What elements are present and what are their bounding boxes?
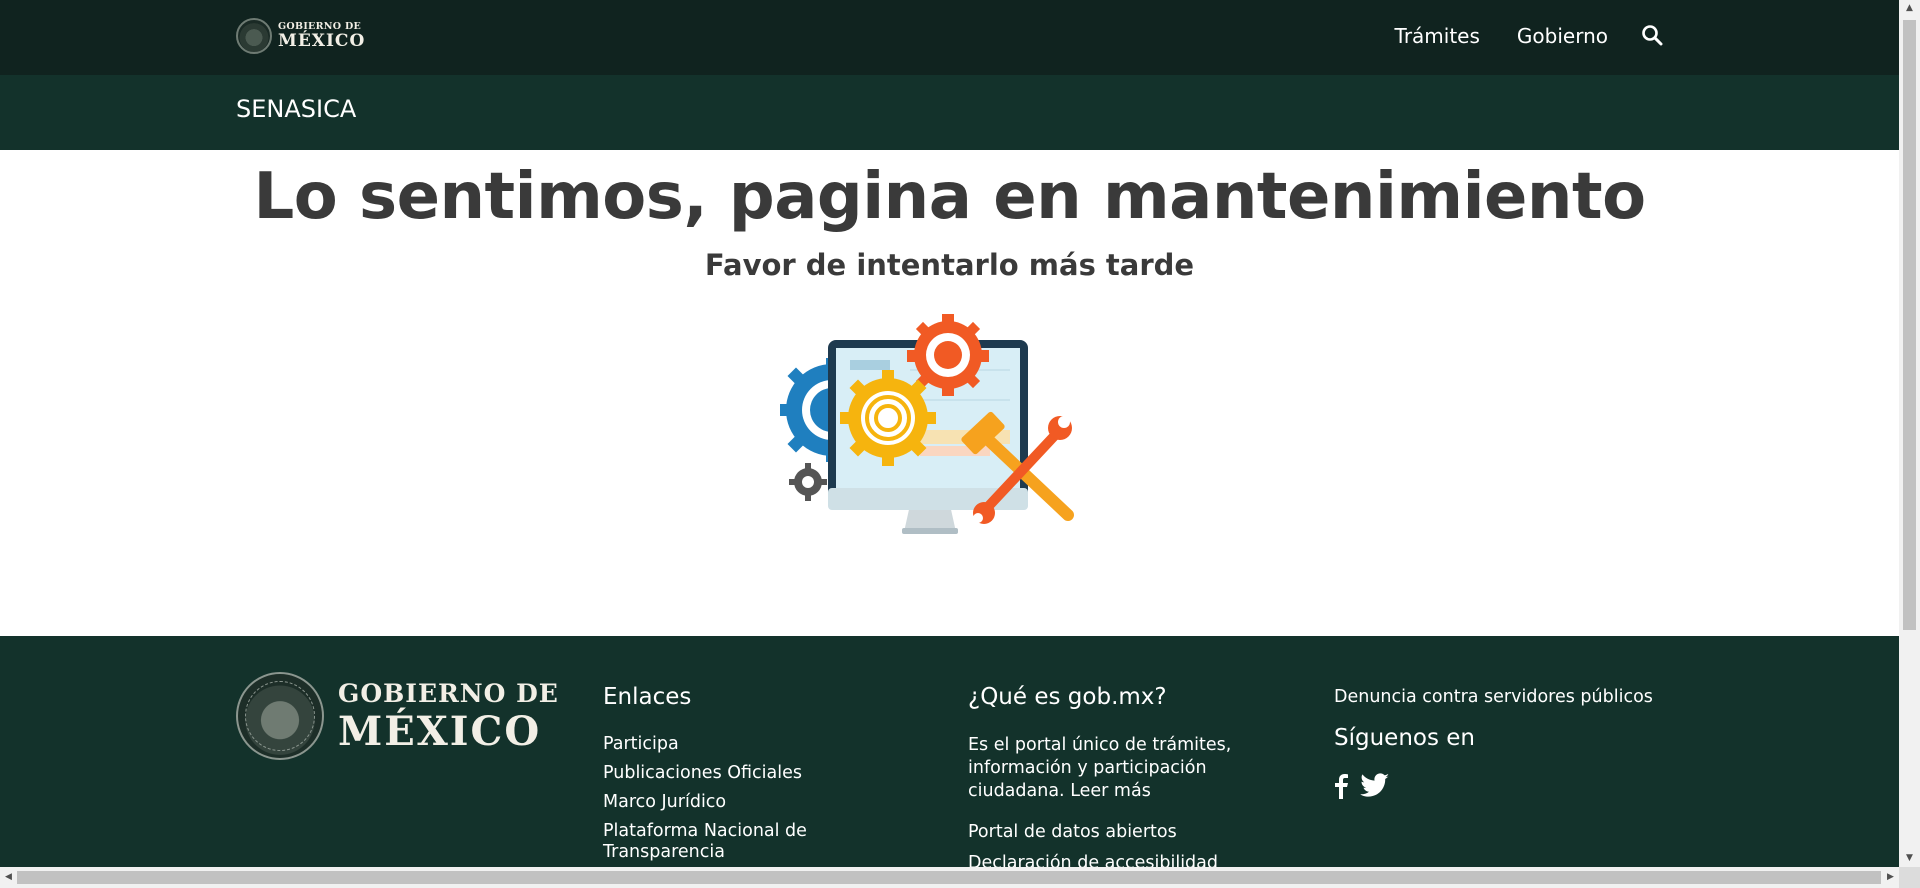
- social-icons: [1334, 773, 1674, 799]
- leer-mas-link[interactable]: Leer más: [1070, 781, 1151, 801]
- logo-text: GOBIERNO DE MÉXICO: [278, 22, 365, 51]
- top-navbar: GOBIERNO DE MÉXICO Trámites Gobierno: [0, 0, 1899, 75]
- gobierno-logo-large[interactable]: GOBIERNO DE MÉXICO: [236, 672, 559, 760]
- secondary-header: SENASICA: [0, 75, 1899, 150]
- footer-link-datos-abiertos[interactable]: Portal de datos abiertos: [968, 821, 1258, 844]
- main-nav: Trámites Gobierno: [1395, 24, 1608, 48]
- footer-link-accesibilidad[interactable]: Declaración de accesibilidad: [968, 852, 1258, 867]
- scroll-right-arrow-icon[interactable]: ▶: [1882, 867, 1899, 888]
- search-icon[interactable]: [1641, 24, 1663, 46]
- scroll-up-arrow-icon[interactable]: ▲: [1899, 0, 1920, 17]
- logo-line2: MÉXICO: [278, 31, 366, 52]
- national-seal-icon: [236, 18, 272, 54]
- enlaces-heading: Enlaces: [603, 684, 692, 710]
- footer-link-marco-juridico[interactable]: Marco Jurídico: [603, 792, 863, 813]
- twitter-icon[interactable]: [1360, 773, 1390, 799]
- page-viewport: GOBIERNO DE MÉXICO Trámites Gobierno SEN…: [0, 0, 1899, 867]
- horizontal-scroll-thumb[interactable]: [17, 871, 1881, 884]
- footer-logo-line1: GOBIERNO DE: [338, 678, 559, 708]
- yellow-gear-icon: [840, 370, 936, 466]
- page-subtitle: Favor de intentarlo más tarde: [704, 248, 1195, 282]
- gobierno-logo-small[interactable]: GOBIERNO DE MÉXICO: [236, 18, 365, 54]
- nav-item-gobierno[interactable]: Gobierno: [1517, 24, 1608, 48]
- agency-title[interactable]: SENASICA: [236, 95, 356, 123]
- footer-link-publicaciones[interactable]: Publicaciones Oficiales: [603, 763, 863, 784]
- nav-item-tramites[interactable]: Trámites: [1395, 24, 1480, 48]
- scrollbar-corner: [1899, 867, 1920, 888]
- site-footer: GOBIERNO DE MÉXICO Enlaces Participa Pub…: [0, 636, 1899, 867]
- siguenos-heading: Síguenos en: [1334, 725, 1475, 751]
- vertical-scrollbar[interactable]: ▲ ▼: [1899, 0, 1920, 867]
- logo-line1: GOBIERNO DE: [278, 20, 362, 32]
- scroll-left-arrow-icon[interactable]: ◀: [0, 867, 17, 888]
- page-title: Lo sentimos, pagina en mantenimiento: [253, 160, 1646, 234]
- footer-logo-text: GOBIERNO DE MÉXICO: [338, 681, 559, 752]
- footer-link-denuncia[interactable]: Denuncia contra servidores públicos: [1334, 687, 1674, 707]
- facebook-icon[interactable]: [1334, 773, 1348, 799]
- footer-que-es: ¿Qué es gob.mx? Es el portal único de tr…: [968, 684, 1258, 867]
- small-gear-icon: [789, 463, 827, 501]
- footer-enlaces: Enlaces Participa Publicaciones Oficiale…: [603, 684, 863, 867]
- maintenance-illustration: [780, 314, 1074, 534]
- national-seal-icon: [236, 672, 324, 760]
- footer-link-participa[interactable]: Participa: [603, 734, 863, 755]
- footer-logo-line2: MÉXICO: [338, 707, 542, 755]
- vertical-scroll-thumb[interactable]: [1903, 20, 1916, 630]
- horizontal-scrollbar[interactable]: ◀ ▶: [0, 867, 1899, 888]
- que-es-heading: ¿Qué es gob.mx?: [968, 684, 1167, 710]
- scroll-down-arrow-icon[interactable]: ▼: [1899, 850, 1920, 867]
- que-es-description: Es el portal único de trámites, informac…: [968, 734, 1258, 803]
- footer-link-transparencia[interactable]: Plataforma Nacional de Transparencia: [603, 821, 863, 863]
- footer-social: Denuncia contra servidores públicos Sígu…: [1334, 687, 1674, 799]
